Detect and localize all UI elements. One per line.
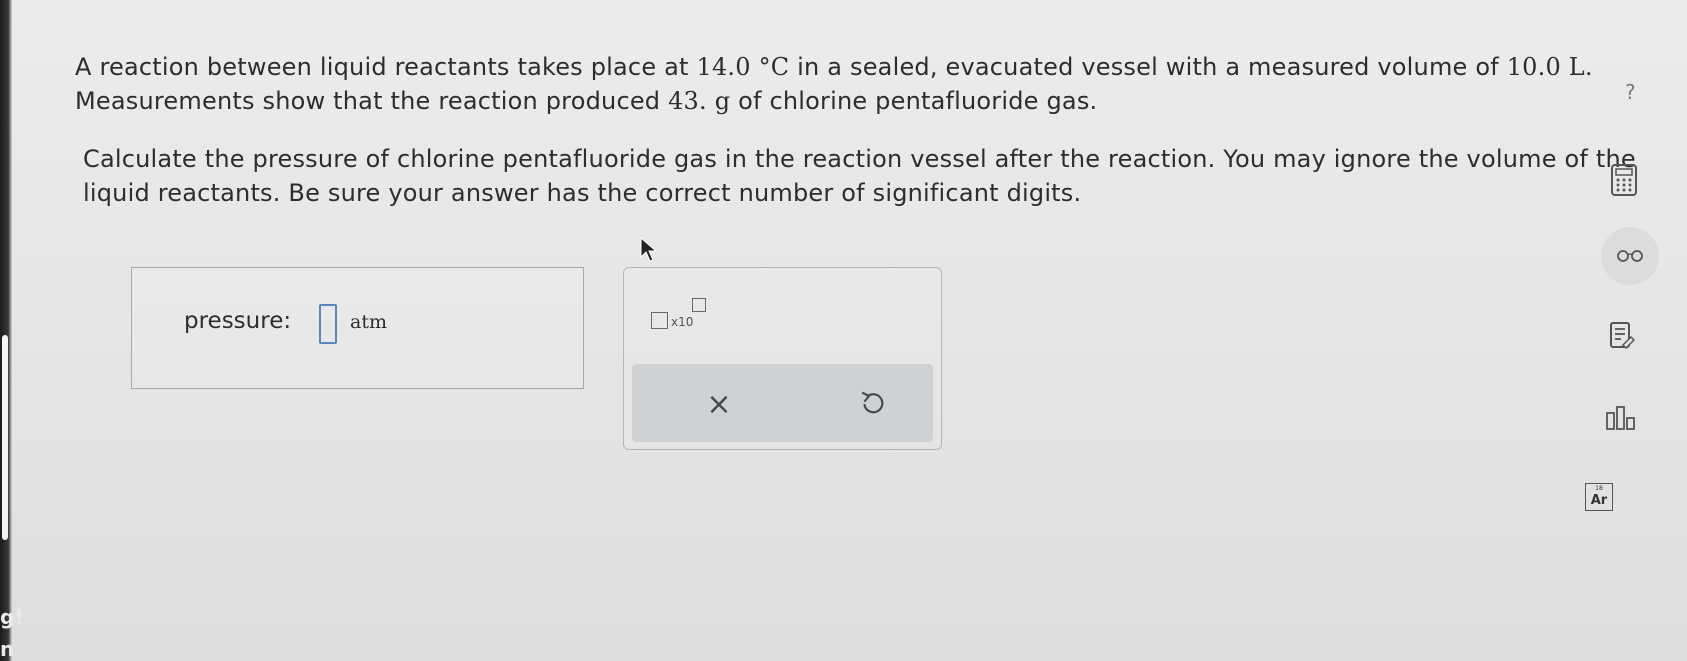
exponent-box-icon — [692, 298, 706, 312]
glasses-icon — [1617, 250, 1643, 262]
data-button[interactable] — [1601, 398, 1641, 438]
mass-unit: g — [714, 87, 731, 115]
periodic-number: 18 — [1595, 485, 1603, 492]
temperature-unit: °C — [758, 53, 790, 81]
periodic-table-icon: Ar — [1590, 492, 1608, 508]
calculator-icon — [1611, 164, 1637, 196]
x10-label: x10 — [671, 315, 694, 329]
pressure-label: pressure: — [184, 308, 292, 334]
undo-icon — [861, 391, 884, 414]
notes-icon — [1610, 322, 1635, 350]
notes-button[interactable] — [1602, 316, 1642, 356]
volume-value: 10.0 — [1506, 53, 1561, 81]
mass-value: 43. — [668, 87, 707, 115]
temperature-value: 14.0 — [696, 53, 751, 81]
undo-button[interactable] — [853, 384, 893, 424]
periodic-table-button[interactable]: 18 Ar — [1585, 483, 1613, 511]
left-edge-text: g! — [0, 605, 24, 629]
answer-box: pressure: atm — [131, 267, 584, 389]
question-paragraph-1: A reaction between liquid reactants take… — [75, 53, 1593, 115]
clear-button[interactable]: × — [699, 384, 739, 424]
scientific-notation-button[interactable]: x10 — [646, 298, 726, 334]
side-toolbar — [1578, 0, 1668, 661]
scroll-indicator — [2, 335, 8, 540]
close-icon: × — [706, 386, 732, 422]
pressure-input[interactable] — [319, 304, 337, 344]
calculator-button[interactable] — [1604, 160, 1644, 200]
answer-tools-panel: x10 × — [623, 267, 942, 450]
glasses-tool-button[interactable] — [1601, 227, 1659, 285]
action-bar: × — [632, 364, 933, 442]
mantissa-box-icon — [651, 312, 668, 329]
left-edge-text: n — [0, 637, 15, 661]
question-paragraph-2: Calculate the pressure of chlorine penta… — [83, 145, 1636, 207]
question-text: A reaction between liquid reactants take… — [75, 50, 1655, 210]
pressure-unit: atm — [350, 311, 387, 333]
bar-chart-icon — [1606, 406, 1635, 430]
mouse-cursor-icon — [640, 236, 658, 267]
left-window-edge: g! n — [0, 0, 23, 661]
